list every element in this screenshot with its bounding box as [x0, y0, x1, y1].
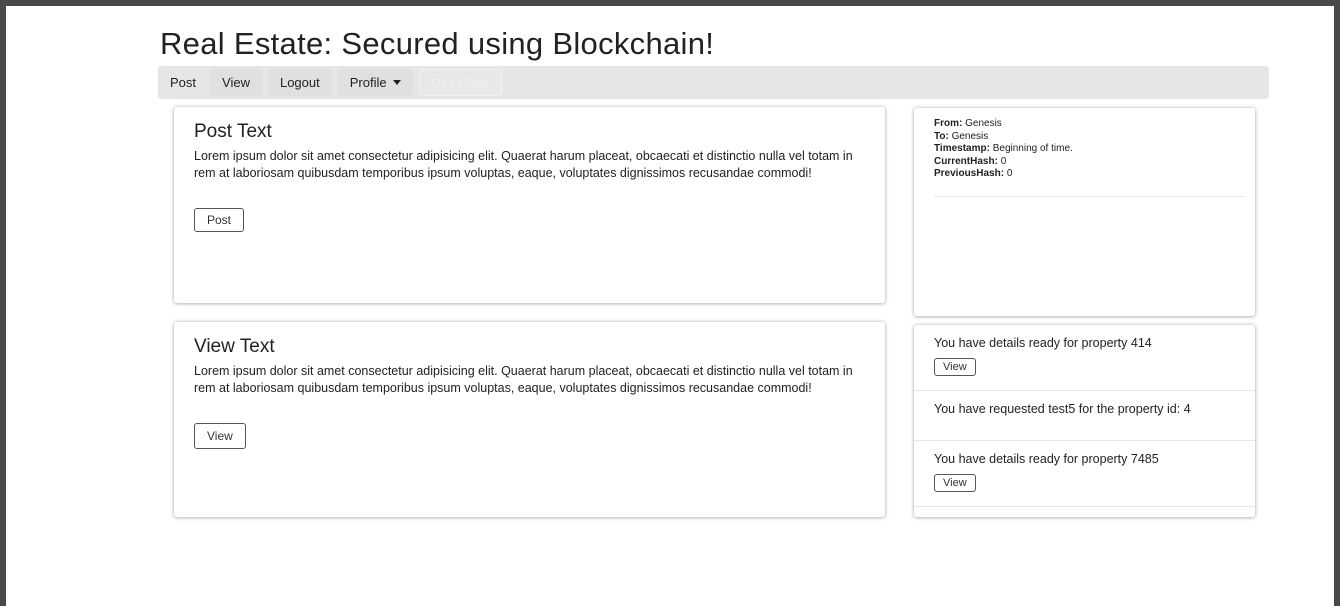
post-card-body: Lorem ipsum dolor sit amet consectetur a…	[194, 149, 853, 180]
block-timestamp: Timestamp: Beginning of time.	[934, 143, 1073, 154]
page-title: Real Estate: Secured using Blockchain!	[160, 26, 715, 61]
block-to: To: Genesis	[934, 130, 989, 142]
nav-profile-label: Profile	[349, 75, 387, 90]
notification-text: You have requested test5 for the propert…	[934, 402, 1191, 416]
nav-logout[interactable]: Logout	[267, 69, 332, 96]
caret-down-icon	[392, 80, 401, 85]
notification-text: You have details ready for property 7485	[934, 452, 1159, 466]
post-button[interactable]: Post	[194, 208, 245, 232]
nav-view[interactable]: View	[210, 69, 262, 96]
notification-item: You have details ready for property 7485…	[914, 441, 1255, 507]
post-card-title: Post Text	[194, 121, 272, 142]
block-current-hash: CurrentHash: 0	[934, 155, 1007, 167]
notification-item: You have details ready for property 414 …	[914, 325, 1255, 391]
block-from: From: Genesis	[934, 118, 1002, 129]
blockchain-card: From: Genesis To: Genesis Timestamp: Beg…	[914, 108, 1255, 316]
notification-item: You have requested test5 for the propert…	[914, 391, 1255, 441]
block-previous-hash: PreviousHash: 0	[934, 168, 1013, 179]
notification-text: You have details ready for property 414	[934, 336, 1152, 350]
view-card-title: View Text	[194, 336, 275, 357]
notification-view-button[interactable]: View	[934, 474, 976, 492]
navbar: Post View Logout Profile Dev Clear	[158, 66, 1269, 99]
notification-view-button[interactable]: View	[934, 358, 976, 376]
post-card: Post Text Lorem ipsum dolor sit amet con…	[174, 107, 885, 303]
nav-dev-clear[interactable]: Dev Clear	[418, 69, 503, 96]
nav-profile-dropdown[interactable]: Profile	[337, 69, 413, 96]
view-card-body: Lorem ipsum dolor sit amet consectetur a…	[194, 364, 853, 395]
app-window: Real Estate: Secured using Blockchain! P…	[6, 6, 1334, 606]
nav-post[interactable]: Post	[162, 69, 204, 96]
divider	[934, 196, 1244, 197]
notifications-card: You have details ready for property 414 …	[914, 325, 1255, 517]
view-card: View Text Lorem ipsum dolor sit amet con…	[174, 322, 885, 517]
view-button[interactable]: View	[194, 423, 246, 449]
block-info: From: Genesis To: Genesis Timestamp: Beg…	[934, 118, 1073, 181]
